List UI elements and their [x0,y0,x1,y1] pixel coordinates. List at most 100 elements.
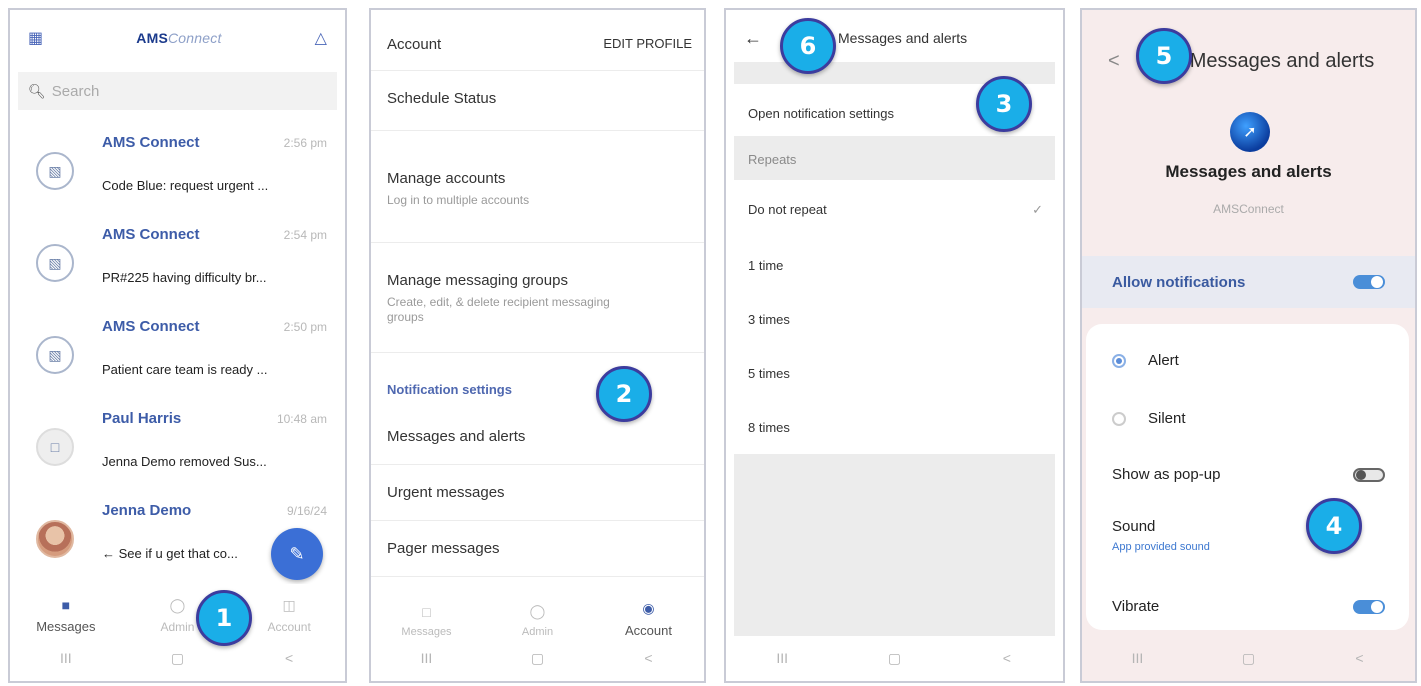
tab-messages[interactable]: □ Messages [382,604,472,638]
vibrate-row[interactable]: Vibrate [1112,598,1385,615]
back-arrow-icon[interactable]: ← [744,28,762,49]
system-notification-settings-screen: < Messages and alerts ➚ Messages and ale… [1080,8,1417,683]
allow-notifications-label: Allow notifications [1112,273,1246,291]
urgent-messages-item[interactable]: Urgent messages [387,484,692,501]
step-badge: 5 [1136,28,1192,84]
manage-accounts-item[interactable]: Manage accounts Log in to multiple accou… [387,170,692,208]
tab-admin[interactable]: ◯ Admin [493,603,583,638]
recents-button[interactable]: III [767,650,797,666]
home-button[interactable]: ▢ [162,650,192,667]
manage-groups-item[interactable]: Manage messaging groups Create, edit, & … [387,272,692,325]
alert-option[interactable]: Alert [1112,352,1385,369]
manage-accounts-sub: Log in to multiple accounts [387,193,530,207]
notification-options-card: Alert Silent Show as pop-up Sound App pr… [1086,324,1409,630]
group-avatar-icon: ▧ [36,336,74,374]
conversation-sender: AMS Connect [102,318,200,335]
repeat-option-item[interactable]: 8 times [748,420,1049,435]
conversation-preview: Jenna Demo removed Sus... [102,454,267,469]
vibrate-label: Vibrate [1112,598,1160,615]
app-header: ▦ AMSConnect △ [10,10,345,66]
home-button[interactable]: ▢ [523,650,553,667]
tab-account[interactable]: ◉ Account [604,600,694,638]
empty-area [734,454,1055,636]
group-avatar-icon: ▧ [36,152,74,190]
back-arrow-icon[interactable]: < [1108,50,1120,73]
account-screen: Account EDIT PROFILE Schedule Status Man… [369,8,706,683]
tab-label: Messages [36,619,96,634]
search-placeholder: Search [51,82,100,100]
repeat-option-item[interactable]: Do not repeat ✓ [748,202,1049,217]
step-badge: 1 [196,590,252,646]
alert-radio[interactable] [1112,353,1126,368]
account-title: Account [387,36,442,53]
conversation-time: 2:56 pm [283,136,327,150]
conversation-item[interactable]: ▧ AMS Connect 2:54 pm PR#225 having diff… [10,220,345,312]
org-icon[interactable]: ▦ [28,28,43,48]
bottom-tab-bar: ■ Messages ◯ Admin ◫ Account [10,584,345,640]
messages-alerts-item[interactable]: Messages and alerts [387,428,692,445]
schedule-status-item[interactable]: Schedule Status [387,90,692,107]
recents-button[interactable]: III [51,650,81,666]
user-avatar [36,520,74,558]
app-icon: ➚ [1230,112,1270,152]
show-popup-label: Show as pop-up [1112,466,1221,483]
step-badge: 3 [976,76,1032,132]
conversation-time: 2:50 pm [283,320,327,334]
silent-radio[interactable] [1112,411,1126,426]
repeat-option-label: Do not repeat [748,202,827,217]
chat-avatar-icon: □ [36,428,74,466]
back-button[interactable]: < [274,650,304,666]
home-button[interactable]: ▢ [879,650,909,667]
admin-icon: ◯ [529,603,546,619]
conversation-item[interactable]: □ Paul Harris 10:48 am Jenna Demo remove… [10,404,345,496]
back-button[interactable]: < [1345,650,1375,666]
show-popup-row[interactable]: Show as pop-up [1112,466,1385,483]
compose-icon: ✎ [289,543,305,564]
conversation-preview: PR#225 having difficulty br... [102,270,267,285]
repeats-label: Repeats [748,152,797,167]
account-header: Account EDIT PROFILE [387,36,692,53]
tab-label: Account [267,620,311,634]
conversation-preview: Code Blue: request urgent ... [102,178,269,193]
manage-groups-label: Manage messaging groups [387,272,568,289]
tab-messages[interactable]: ■ Messages [21,597,111,634]
home-button[interactable]: ▢ [1234,650,1264,667]
system-nav-bar: III ▢ < [371,635,704,681]
app-name: AMSConnect [1213,202,1284,216]
divider [371,70,704,71]
recents-button[interactable]: III [412,650,442,666]
repeat-option-item[interactable]: 1 time [748,258,1049,273]
vibrate-toggle[interactable] [1353,599,1385,614]
repeat-option-item[interactable]: 5 times [748,366,1049,381]
alert-label: Alert [1148,352,1179,369]
conversation-sender: Paul Harris [102,410,182,427]
bell-icon[interactable]: △ [315,28,327,48]
conversation-item[interactable]: ▧ AMS Connect 2:56 pm Code Blue: request… [10,128,345,220]
silent-option[interactable]: Silent [1112,410,1385,427]
messages-icon: □ [422,604,431,620]
divider [371,576,704,577]
repeat-option-item[interactable]: 3 times [748,312,1049,327]
app-settings-title: Messages and alerts [1165,162,1332,181]
system-nav-bar: III ▢ < [726,635,1063,681]
back-button[interactable]: < [992,650,1022,666]
allow-notifications-toggle[interactable] [1353,275,1385,289]
step-badge: 6 [780,18,836,74]
tab-account[interactable]: ◫ Account [244,597,334,634]
divider [371,520,704,521]
admin-icon: ◯ [169,597,186,613]
allow-notifications-row[interactable]: Allow notifications [1082,256,1415,308]
show-popup-toggle[interactable] [1353,467,1385,482]
pager-messages-item[interactable]: Pager messages [387,540,692,557]
edit-profile-button[interactable]: EDIT PROFILE [603,36,692,53]
recents-button[interactable]: III [1123,650,1153,666]
manage-accounts-label: Manage accounts [387,170,506,187]
divider [371,130,704,131]
conversation-item[interactable]: ▧ AMS Connect 2:50 pm Patient care team … [10,312,345,404]
group-avatar-icon: ▧ [36,244,74,282]
search-input[interactable]: 🔍︎ Search [18,72,337,110]
notification-settings-header: Notification settings [387,382,512,397]
compose-button[interactable]: ✎ [271,528,323,580]
back-button[interactable]: < [634,650,664,666]
manage-groups-sub: Create, edit, & delete recipient messagi… [387,295,610,324]
